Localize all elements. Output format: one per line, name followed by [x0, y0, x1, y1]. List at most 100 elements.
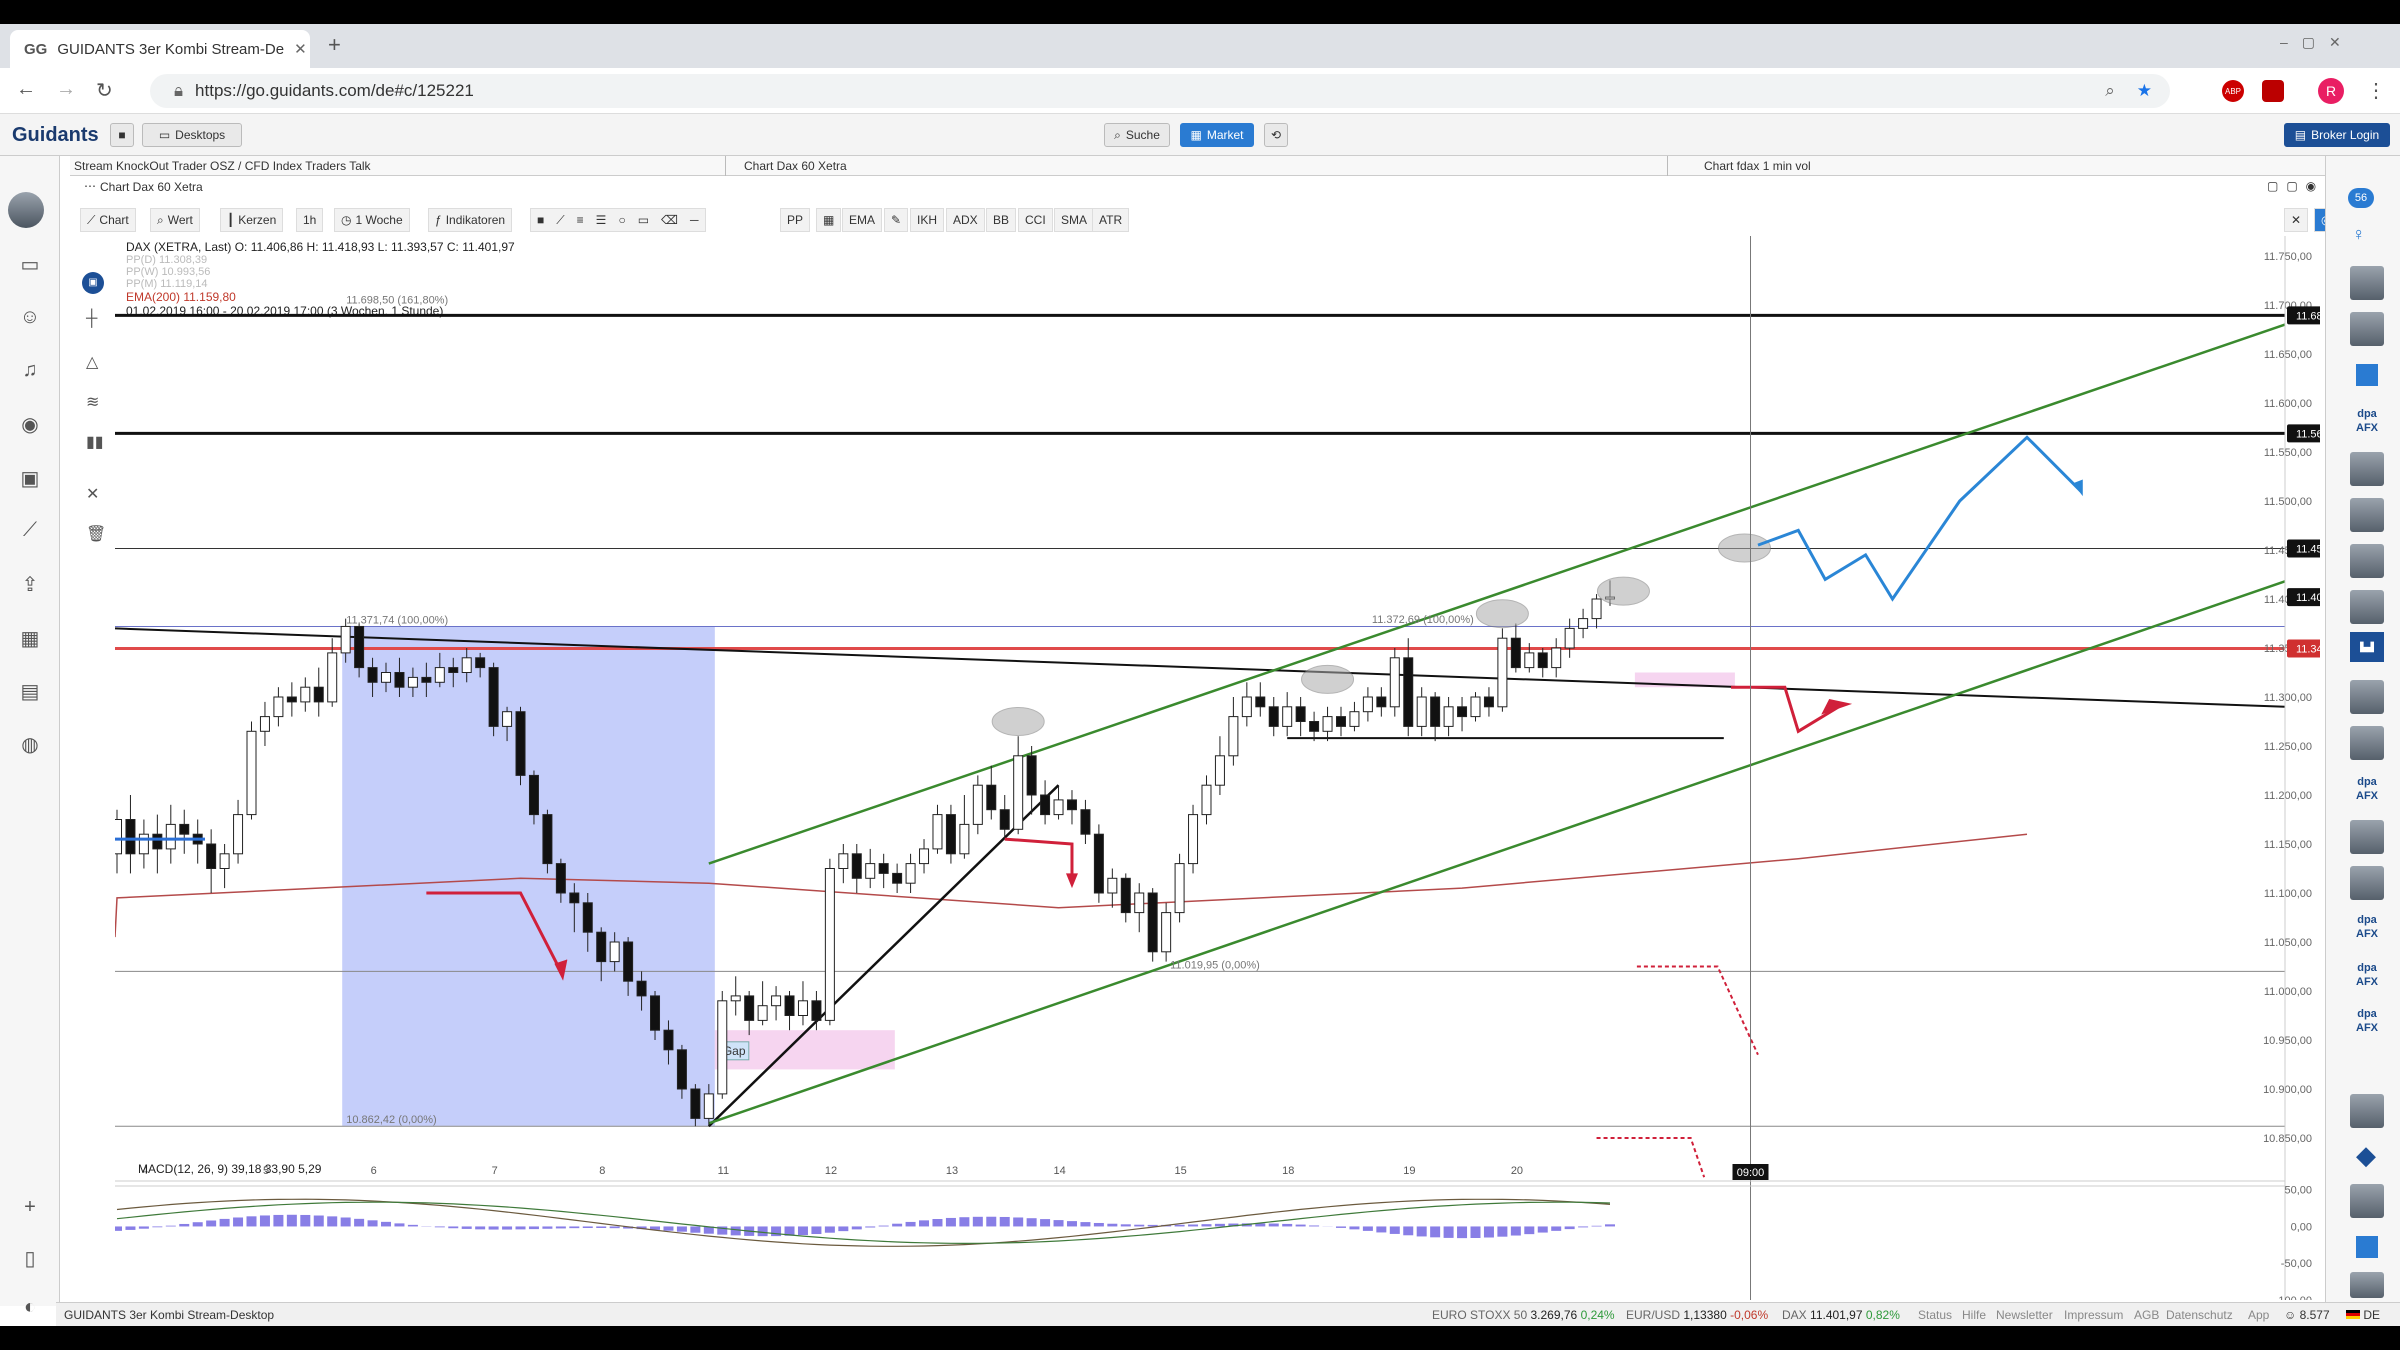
calendar-icon[interactable]: ▦: [816, 208, 842, 232]
indicator-ema-button[interactable]: EMA: [842, 208, 883, 232]
wert-button[interactable]: ⌕ Wert: [150, 208, 200, 232]
eye-icon[interactable]: ◉: [16, 412, 44, 437]
indicator-cci-button[interactable]: CCI: [1018, 208, 1053, 232]
indicator-pp-button[interactable]: PP: [780, 208, 811, 232]
tab-stream[interactable]: Stream KnockOut Trader OSZ / CFD Index T…: [74, 159, 371, 173]
author-avatar[interactable]: [2350, 1094, 2384, 1128]
user-avatar[interactable]: [8, 192, 44, 228]
indicator-ikh-button[interactable]: IKH: [910, 208, 945, 232]
indicator-bb-button[interactable]: BB: [986, 208, 1017, 232]
crosshair-icon[interactable]: ┼: [86, 310, 97, 328]
add-icon[interactable]: +: [16, 1196, 44, 1219]
kerzen-button[interactable]: ┃ Kerzen: [220, 208, 284, 232]
author-avatar[interactable]: [2350, 266, 2384, 300]
indicator-sma-button[interactable]: SMA: [1054, 208, 1095, 232]
extension-icon[interactable]: [2262, 80, 2284, 102]
zoom-icon[interactable]: ⌕: [2105, 81, 2115, 101]
close-icon[interactable]: ✕: [294, 40, 307, 58]
money-icon[interactable]: ▣: [16, 466, 44, 491]
menu-dots-icon[interactable]: ⋮: [2366, 78, 2386, 103]
desktops-button[interactable]: ▭ Desktops: [142, 123, 242, 147]
tab-chart-fdax[interactable]: Chart fdax 1 min vol: [1704, 159, 1811, 173]
author-avatar[interactable]: [2350, 544, 2384, 578]
indicator-adx-button[interactable]: ADX: [946, 208, 985, 232]
monitor-icon[interactable]: ▭: [16, 252, 44, 277]
interval-button[interactable]: 1h: [296, 208, 324, 232]
footer-link[interactable]: Status: [1918, 1308, 1952, 1322]
language-selector[interactable]: DE: [2346, 1308, 2380, 1322]
author-avatar[interactable]: [2350, 312, 2384, 346]
close-tools-icon[interactable]: ✕: [86, 484, 99, 504]
footer-link[interactable]: Impressum: [2064, 1308, 2123, 1322]
dpa-afx-icon[interactable]: dpa AFX: [2350, 958, 2384, 992]
footer-link[interactable]: Hilfe: [1962, 1308, 1986, 1322]
tab-chart-dax[interactable]: Chart Dax 60 Xetra: [744, 159, 847, 173]
address-bar[interactable]: 🔒︎ https://go.guidants.com/de#c/125221 ⌕…: [150, 74, 2170, 108]
news-widget-icon[interactable]: [2356, 364, 2378, 386]
profile-avatar[interactable]: R: [2318, 78, 2344, 104]
chart-type-button[interactable]: ⟋ Chart: [80, 208, 136, 232]
reload-icon[interactable]: ↻: [96, 78, 113, 103]
broker-login-button[interactable]: ▤ Broker Login: [2284, 123, 2390, 147]
pin-button[interactable]: ■: [110, 123, 134, 147]
dpa-afx-icon[interactable]: dpa AFX: [2350, 910, 2384, 944]
pencil-icon[interactable]: ✎: [884, 208, 909, 232]
price-chart[interactable]: Gap 11.371,74 (100,00%) 11.698,50 (161,80…: [115, 236, 2320, 1300]
notification-badge[interactable]: 56: [2348, 188, 2374, 208]
footer-link[interactable]: Newsletter: [1996, 1308, 2053, 1322]
author-avatar[interactable]: [2350, 452, 2384, 486]
tools-icon[interactable]: ≋: [86, 392, 99, 412]
forward-icon[interactable]: →: [56, 78, 76, 101]
browser-tab[interactable]: GG GUIDANTS 3er Kombi Stream-De ✕: [10, 30, 310, 68]
search-button[interactable]: ⌕ Suche: [1104, 123, 1170, 147]
calculator-icon[interactable]: ▦: [16, 626, 44, 651]
market-button[interactable]: ▦ Market: [1180, 123, 1254, 147]
dpa-afx-icon[interactable]: dpa AFX: [2350, 1004, 2384, 1038]
range-button[interactable]: ◷ 1 Woche: [334, 208, 410, 232]
dpa-afx-icon[interactable]: dpa AFX: [2350, 772, 2384, 806]
back-icon[interactable]: ←: [16, 78, 36, 101]
author-avatar[interactable]: [2350, 820, 2384, 854]
users-icon[interactable]: ☺: [16, 306, 44, 329]
footer-link[interactable]: App: [2248, 1308, 2269, 1322]
globe-icon[interactable]: ◍: [16, 732, 44, 757]
author-avatar[interactable]: [2350, 680, 2384, 714]
author-avatar[interactable]: [2350, 590, 2384, 624]
upload-icon[interactable]: ⇪: [16, 572, 44, 597]
adblock-icon[interactable]: ABP: [2222, 80, 2244, 102]
ticker-dax[interactable]: DAX 11.401,97 0,82%: [1782, 1308, 1900, 1322]
news-icon[interactable]: ▤: [16, 679, 44, 704]
app-logo[interactable]: Guidants: [12, 124, 99, 147]
candles-icon[interactable]: ▮▮: [86, 432, 104, 452]
window-controls[interactable]: –▢✕: [2280, 34, 2355, 51]
author-avatar[interactable]: [2350, 1272, 2384, 1298]
news-widget-icon[interactable]: [2356, 1236, 2378, 1258]
ticker-fx[interactable]: EUR/USD 1,13380 -0,06%: [1626, 1308, 1768, 1322]
dpa-afx-icon[interactable]: dpa AFX: [2350, 404, 2384, 438]
settings-icon[interactable]: ✕: [2284, 208, 2309, 232]
instrument-icon[interactable]: ▣: [82, 272, 104, 294]
author-avatar[interactable]: [2350, 866, 2384, 900]
bookmark-star-icon[interactable]: ★: [2137, 81, 2152, 101]
bell-icon[interactable]: ♫: [16, 359, 44, 382]
drag-handle-icon[interactable]: ⋯: [84, 179, 96, 193]
indicators-button[interactable]: ƒ Indikatoren: [428, 208, 513, 232]
bank-logo-icon[interactable]: ▙▟: [2350, 632, 2384, 662]
contrast-icon[interactable]: ◐: [16, 1296, 44, 1319]
author-avatar[interactable]: [2350, 1184, 2384, 1218]
back-history-button[interactable]: ⟲: [1264, 123, 1288, 147]
footer-link[interactable]: Datenschutz: [2166, 1308, 2233, 1322]
triangle-icon[interactable]: △: [86, 352, 98, 372]
trash-icon[interactable]: 🗑︎: [86, 524, 106, 544]
author-avatar[interactable]: [2350, 498, 2384, 532]
lightbulb-icon[interactable]: ♀: [2352, 224, 2366, 245]
indicator-atr-button[interactable]: ATR: [1092, 208, 1130, 232]
new-tab-icon[interactable]: +: [328, 32, 341, 58]
footer-link[interactable]: AGB: [2134, 1308, 2159, 1322]
diamond-logo-icon[interactable]: ◆: [2356, 1140, 2376, 1171]
draw-tools-group[interactable]: ■ ⟋ ≡ ☰ ○ ▭ ⌫ ─: [530, 208, 706, 232]
ticker-stoxx[interactable]: EURO STOXX 50 3.269,76 0,24%: [1432, 1308, 1615, 1322]
document-icon[interactable]: ▯: [16, 1246, 44, 1271]
author-avatar[interactable]: [2350, 726, 2384, 760]
chart-line-icon[interactable]: ⟋: [16, 519, 44, 542]
